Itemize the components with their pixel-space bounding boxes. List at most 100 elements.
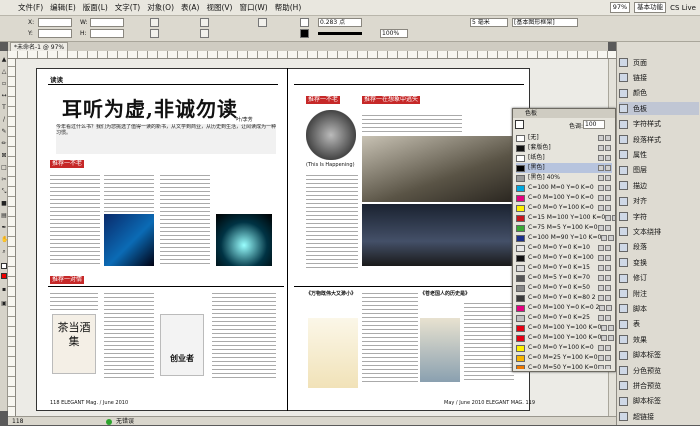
menu-layout[interactable]: 版面(L) [83,2,108,13]
article-column-6[interactable] [212,290,276,380]
cs-live-button[interactable]: CS Live [670,4,696,12]
dock-item[interactable]: 图层 [619,164,699,177]
swatch-row[interactable]: C=75 M=5 Y=100 K=0 [516,223,612,233]
vertical-ruler[interactable] [8,59,16,416]
frame-style-select[interactable]: [基本图形框架] [512,18,578,27]
swatches-panel-title[interactable]: 色板 [513,109,615,118]
pencil-tool-icon[interactable]: ✏ [1,141,7,147]
dock-item[interactable]: 链接 [619,71,699,84]
selection-tool-icon[interactable]: ▲ [1,57,7,63]
headline[interactable]: 耳听为虚,非诚勿读 [62,93,238,122]
dock-item[interactable]: 附注 [619,287,699,300]
book-cover-image-2[interactable] [216,214,272,266]
dock-item[interactable]: 分色预览 [619,364,699,377]
book-cover-image-3[interactable] [308,318,358,388]
dock-item[interactable]: 脚本标签 [619,395,699,408]
book-cover-image-1[interactable] [104,214,154,266]
shear-icon[interactable] [200,29,209,38]
book-cover-entrepreneur[interactable]: 创业者 [160,314,204,376]
dock-item[interactable]: 颜色 [619,87,699,100]
intro-paragraph[interactable]: 今年看过什么书？我们为您挑选了值得一读的新书，从文学到商业，从历史到生活，让阅读… [56,124,276,154]
note-tool-icon[interactable]: ▤ [1,213,7,219]
menu-object[interactable]: 对象(O) [147,2,174,13]
rectangle-tool-icon[interactable]: □ [1,165,7,171]
scale-x-icon[interactable] [150,18,159,27]
scissors-tool-icon[interactable]: ✂ [1,177,7,183]
swatch-row[interactable]: C=0 M=0 Y=0 K=10 [516,243,612,253]
rotate-icon[interactable] [200,18,209,27]
gap-field[interactable]: 5 毫米 [470,18,508,27]
hand-tool-icon[interactable]: ✋ [1,237,8,243]
swatch-row[interactable]: [纸色] [516,153,612,163]
type-tool-icon[interactable]: T [1,105,7,111]
horizontal-ruler[interactable] [8,51,616,59]
zoom-select[interactable]: 97% [609,2,631,13]
dock-item[interactable]: 段落 [619,241,699,254]
page-tool-icon[interactable]: ▫ [1,81,7,87]
dock-item[interactable]: 表 [619,318,699,331]
dock-item[interactable]: 超链接 [619,410,699,423]
scale-y-icon[interactable] [150,29,159,38]
swatch-row[interactable]: C=0 M=100 Y=100 K=0 [516,333,615,343]
gap-tool-icon[interactable]: ↔ [1,93,7,99]
apply-color-icon[interactable]: ▪ [1,287,7,293]
right-column-2[interactable] [362,290,418,382]
swatch-row[interactable]: C=0 M=5 Y=0 K=70 [516,273,612,283]
swatch-row[interactable]: C=15 M=100 Y=100 K=0 [516,213,615,223]
article-column-2[interactable] [104,172,154,212]
menu-file[interactable]: 文件(F) [18,2,43,13]
swatch-row[interactable]: C=0 M=100 Y=100 K=0 [516,323,615,333]
book-cover-image-4[interactable] [420,318,460,382]
dock-item[interactable]: 脚本标签 [619,349,699,362]
swatch-row[interactable]: C=0 M=100 Y=0 K=0 2 [516,303,613,313]
swatch-row[interactable]: [黑色] [516,163,612,173]
right-column-1[interactable] [306,172,358,270]
dock-item[interactable]: 变换 [619,256,699,269]
menu-edit[interactable]: 编辑(E) [50,2,76,13]
dock-item[interactable]: 脚本 [619,302,699,315]
book-cover-tea[interactable]: 茶当酒集 [52,314,96,374]
dock-item[interactable]: 效果 [619,333,699,346]
dock-item[interactable]: 拼合预览 [619,379,699,392]
tint-field[interactable]: 100 [583,120,605,129]
pen-tool-icon[interactable]: ✎ [1,129,7,135]
view-mode-icon[interactable]: ▣ [1,301,7,307]
dock-item[interactable]: 页面 [619,56,699,69]
dock-item[interactable]: 字符 [619,210,699,223]
article-column-5[interactable] [104,290,154,380]
swatch-row[interactable]: C=0 M=100 Y=0 K=0 [516,193,612,203]
swatch-row[interactable]: C=0 M=0 Y=0 K=80 2 [516,293,612,303]
free-transform-tool-icon[interactable]: ⤡ [1,189,7,195]
tab-document[interactable]: *未命名-1 @ 97% [10,42,69,51]
article-column-3[interactable] [160,172,210,267]
swatch-row[interactable]: C=0 M=50 Y=100 K=0 [516,363,612,369]
swatch-row[interactable]: C=0 M=0 Y=100 K=0 [516,343,612,353]
dock-item[interactable]: 描边 [619,179,699,192]
menu-window[interactable]: 窗口(W) [239,2,267,13]
swatch-row[interactable]: [黑色] 40% [516,173,612,183]
opacity-field[interactable]: 100% [380,29,408,38]
swatch-row[interactable]: C=100 M=90 Y=10 K=0 [516,233,615,243]
flip-icon[interactable] [258,18,267,27]
swatch-fill-icon[interactable] [515,120,524,129]
album-cover-image[interactable] [306,110,356,160]
dock-item[interactable]: 对齐 [619,195,699,208]
direct-selection-tool-icon[interactable]: △ [1,69,7,75]
zoom-tool-icon[interactable]: ⌕ [1,249,7,255]
stroke-swatch-icon[interactable] [300,29,309,38]
movie-credits[interactable] [362,112,462,134]
dock-item[interactable]: 字符样式 [619,118,699,131]
menu-type[interactable]: 文字(T) [115,2,140,13]
line-tool-icon[interactable]: / [1,117,7,123]
movie-still-1[interactable] [362,136,514,202]
swatch-row[interactable]: C=0 M=0 Y=0 K=50 [516,283,612,293]
fill-icon[interactable] [1,263,7,269]
menu-help[interactable]: 帮助(H) [275,2,302,13]
w-field[interactable] [90,18,124,27]
dock-item[interactable]: 段落样式 [619,133,699,146]
gradient-tool-icon[interactable]: ■ [1,201,7,207]
right-column-3[interactable] [464,300,514,382]
movie-still-2[interactable] [362,204,514,266]
fill-swatch-icon[interactable] [300,18,309,27]
swatch-row[interactable]: C=0 M=0 Y=0 K=25 [516,313,612,323]
